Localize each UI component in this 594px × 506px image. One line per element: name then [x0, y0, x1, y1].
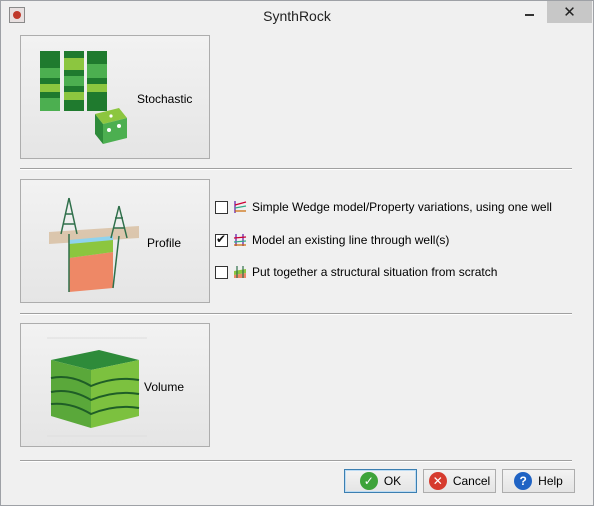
minimize-button[interactable]: [515, 1, 543, 23]
option-structural-scratch[interactable]: Put together a structural situation from…: [215, 264, 497, 280]
existing-line-icon: [233, 234, 247, 246]
existing-line-checkbox[interactable]: [215, 232, 228, 247]
profile-icon: [49, 197, 139, 292]
stochastic-label: Stochastic: [137, 92, 193, 106]
stochastic-button[interactable]: Stochastic: [20, 35, 210, 159]
synthrock-dialog: SynthRock ✕ Stochastic Profile Simple We…: [0, 0, 594, 506]
minimize-icon: [524, 14, 534, 16]
window-title: SynthRock: [263, 8, 331, 24]
help-icon: ?: [514, 472, 533, 490]
profile-button[interactable]: Profile: [20, 179, 210, 303]
profile-label: Profile: [147, 236, 182, 250]
structural-scratch-label: Put together a structural situation from…: [252, 265, 498, 279]
separator: [20, 168, 572, 170]
volume-icon: [47, 337, 147, 437]
structural-scratch-checkbox[interactable]: [215, 265, 228, 279]
separator: [20, 313, 572, 315]
close-button[interactable]: ✕: [547, 1, 592, 23]
wedge-model-checkbox[interactable]: [215, 200, 228, 214]
help-button[interactable]: ? Help: [502, 469, 575, 493]
wedge-model-label: Simple Wedge model/Property variations, …: [252, 200, 552, 214]
cancel-icon: ✕: [428, 472, 447, 490]
separator: [20, 460, 572, 462]
stochastic-icon: [40, 51, 127, 144]
cancel-label: Cancel: [452, 474, 491, 488]
close-icon: ✕: [563, 4, 576, 21]
volume-button[interactable]: Volume: [20, 323, 210, 447]
help-label: Help: [538, 474, 563, 488]
ok-button[interactable]: ✓ OK: [344, 469, 417, 493]
volume-label: Volume: [144, 380, 185, 394]
cancel-button[interactable]: ✕ Cancel: [423, 469, 496, 493]
wedge-model-icon: [234, 201, 247, 213]
existing-line-label: Model an existing line through well(s): [252, 233, 450, 247]
option-existing-line[interactable]: Model an existing line through well(s): [215, 232, 449, 248]
ok-label: OK: [383, 474, 402, 488]
title-bar: SynthRock ✕: [1, 1, 593, 31]
structural-scratch-icon: [234, 266, 246, 278]
checkmark-icon: ✓: [359, 472, 378, 490]
option-wedge-model[interactable]: Simple Wedge model/Property variations, …: [215, 199, 552, 215]
